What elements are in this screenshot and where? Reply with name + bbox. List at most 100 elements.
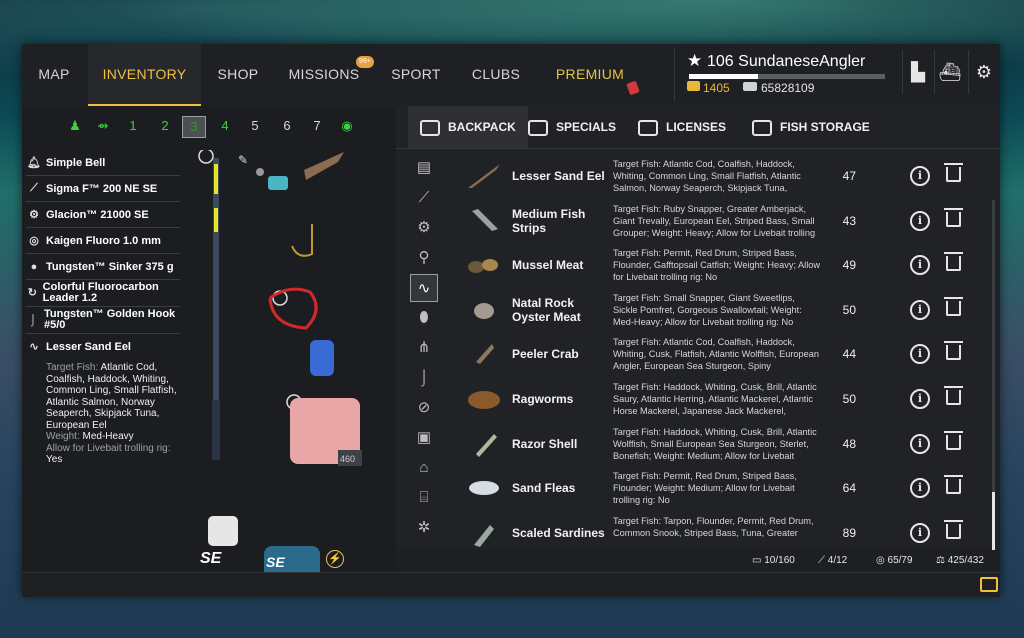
list-item[interactable]: Ragworms Target Fish: Haddock, Whiting, …	[458, 377, 986, 422]
list-item[interactable]: Peeler Crab Target Fish: Atlantic Cod, C…	[458, 332, 986, 377]
info-icon[interactable]: i	[910, 166, 930, 186]
category-plants-icon[interactable]: ✲	[410, 514, 438, 542]
info-icon[interactable]: i	[910, 255, 930, 276]
info-icon[interactable]: i	[910, 433, 930, 454]
gear-label: Sigma F™ 200 NE SE	[46, 182, 158, 195]
angler-icon[interactable]: ♟	[66, 116, 84, 136]
oyster-meat-thumb	[474, 302, 494, 319]
rod-wrench-icon[interactable]: ✎	[238, 153, 248, 167]
item-name: Natal Rock Oyster Meat	[512, 295, 581, 324]
trash-icon[interactable]	[944, 296, 963, 316]
mussel-meat-thumb	[468, 259, 498, 274]
leaderboard-button[interactable]: ▙	[902, 50, 933, 94]
bait-sandeel-image	[304, 152, 344, 180]
gear-item-leader[interactable]: ↻ Colorful Fluorocarbon Leader 1.2	[26, 280, 180, 307]
category-all-icon[interactable]: ▤	[410, 154, 438, 182]
tab-map[interactable]: MAP	[30, 44, 78, 106]
tab-missions[interactable]: MISSIONS	[288, 44, 360, 106]
info-icon[interactable]: i	[910, 478, 930, 499]
trash-icon[interactable]	[944, 519, 963, 539]
trash-icon[interactable]	[944, 475, 963, 495]
trash-icon[interactable]	[944, 385, 963, 405]
slot-5[interactable]: 5	[246, 116, 264, 136]
slot-7[interactable]: 7	[308, 116, 326, 136]
item-list-scrollbar[interactable]	[992, 200, 995, 552]
silver-balance: 65828109	[761, 81, 815, 95]
list-item[interactable]: Sand Fleas Target Fish: Permit, Red Drum…	[458, 466, 986, 511]
category-lines-icon[interactable]: ⚲	[410, 244, 438, 272]
info-icon[interactable]: i	[910, 299, 930, 320]
category-flies-icon[interactable]: ⋔	[410, 334, 438, 362]
rod-edit-icon[interactable]	[198, 150, 214, 164]
tab-shop[interactable]: SHOP	[212, 44, 264, 106]
category-baits-icon[interactable]: ∿	[410, 274, 438, 302]
tab-specials[interactable]: SPECIALS	[528, 106, 616, 148]
category-groundbait-icon[interactable]: ▣	[410, 424, 438, 452]
tab-licenses[interactable]: LICENSES	[638, 106, 726, 148]
slot-6[interactable]: 6	[278, 116, 296, 136]
category-rods-icon[interactable]: ⟋	[410, 184, 438, 212]
rods-count: ⟋ 4/12	[818, 555, 847, 566]
slot-1[interactable]: 1	[124, 116, 142, 136]
gear-item-bait[interactable]: ∿ Lesser Sand Eel	[26, 334, 180, 359]
slot-3[interactable]: 3	[182, 116, 206, 138]
tab-backpack[interactable]: BACKPACK	[408, 106, 528, 148]
gear-item-bell[interactable]: 🔔︎ Simple Bell	[26, 150, 180, 176]
info-icon[interactable]: i	[910, 344, 930, 365]
item-name: Medium Fish Strips	[512, 206, 586, 235]
trash-icon[interactable]	[944, 252, 963, 272]
category-lures-icon[interactable]: ⬮	[410, 304, 438, 332]
scrollbar-thumb[interactable]	[992, 492, 995, 552]
tab-inventory[interactable]: INVENTORY	[88, 44, 201, 106]
line-amount: 460	[340, 454, 355, 464]
info-icon[interactable]: i	[910, 388, 930, 409]
tab-fish-storage[interactable]: FISH STORAGE	[752, 106, 870, 148]
sinker-image	[256, 168, 264, 176]
list-item[interactable]: Natal Rock Oyster Meat Target Fish: Smal…	[458, 288, 986, 333]
gear-item-rod[interactable]: ⟋ Sigma F™ 200 NE SE	[26, 176, 180, 202]
list-item[interactable]: Mussel Meat Target Fish: Permit, Red Dru…	[458, 243, 986, 288]
tab-premium[interactable]: PREMIUM	[552, 44, 628, 106]
category-tackle-icon[interactable]: ⊘	[410, 394, 438, 422]
gear-item-line[interactable]: ◎ Kaigen Fluoro 1.0 mm	[26, 228, 180, 254]
gear-item-sinker[interactable]: ● Tungsten™ Sinker 375 g	[26, 254, 180, 280]
fish-icon[interactable]: ⇴	[92, 116, 114, 136]
chat-icon[interactable]	[980, 577, 998, 592]
item-qty: 89	[842, 525, 856, 540]
trash-icon[interactable]	[944, 207, 963, 227]
slot-4[interactable]: 4	[216, 116, 234, 136]
player-profile[interactable]: ★ 106 SundaneseAngler 1405 65828109	[674, 48, 911, 102]
category-box-icon[interactable]: ⌂	[410, 454, 438, 482]
slot-2[interactable]: 2	[156, 116, 174, 136]
trash-icon[interactable]	[944, 430, 963, 450]
category-boat-icon[interactable]: ⌸	[410, 484, 438, 512]
category-hooks-icon[interactable]: ⌡	[410, 364, 438, 392]
bell-icon: 🔔︎	[27, 157, 41, 169]
item-desc: Target Fish: Atlantic Cod, Coalfish, Had…	[613, 337, 819, 372]
item-name: Razor Shell	[512, 436, 578, 451]
tab-clubs[interactable]: CLUBS	[470, 44, 522, 106]
gear-label: Tungsten™ Sinker 375 g	[46, 260, 174, 273]
item-qty: 64	[842, 481, 856, 496]
list-item[interactable]: Medium Fish Strips Target Fish: Ruby Sna…	[458, 199, 986, 244]
ship-button[interactable]: ⛴	[934, 50, 965, 94]
target-icon[interactable]: ◉	[338, 116, 356, 136]
settings-button[interactable]: ⚙	[968, 50, 999, 94]
list-item[interactable]: Scaled Sardines Target Fish: Tarpon, Flo…	[458, 511, 986, 554]
bolt-icon[interactable]: ⚡	[326, 550, 344, 568]
gear-item-reel[interactable]: ⚙ Glacion™ 21000 SE	[26, 202, 180, 228]
info-icon[interactable]: i	[910, 522, 930, 543]
category-reels-icon[interactable]: ⚙	[410, 214, 438, 242]
gear-icon: ⚙	[975, 61, 993, 82]
trash-icon[interactable]	[944, 341, 963, 361]
info-icon[interactable]: i	[910, 210, 930, 231]
list-item[interactable]: Lesser Sand Eel Target Fish: Atlantic Co…	[458, 154, 986, 199]
gear-item-hook[interactable]: ⌡ Tungsten™ Golden Hook #5/0	[26, 307, 180, 334]
trash-icon[interactable]	[944, 163, 963, 182]
weight-icon: ⚖	[936, 555, 945, 566]
tab-sport[interactable]: SPORT	[390, 44, 442, 106]
list-item[interactable]: Razor Shell Target Fish: Haddock, Whitin…	[458, 422, 986, 467]
item-desc: Target Fish: Permit, Red Drum, Striped B…	[613, 248, 820, 283]
lines-count-value: 65/79	[887, 555, 913, 566]
gear-label: Glacion™ 21000 SE	[46, 208, 149, 221]
